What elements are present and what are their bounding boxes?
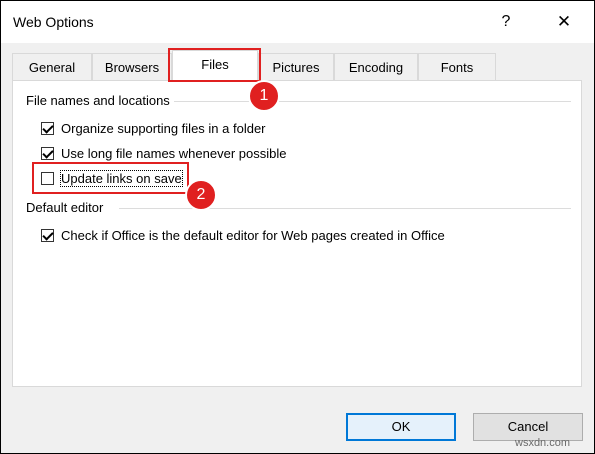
update-links-highlight [32,162,189,194]
step-1-badge: 1 [248,80,280,112]
office-default-editor-label: Check if Office is the default editor fo… [61,228,445,243]
default-editor-section-label: Default editor [26,200,108,215]
files-tab-panel: File names and locations Organize suppor… [12,80,582,387]
section-divider [173,101,571,102]
title-bar: Web Options ? ✕ [1,1,594,43]
ok-button[interactable]: OK [346,413,456,441]
long-file-names-checkbox[interactable] [41,147,54,160]
file-names-section-label: File names and locations [26,93,174,108]
files-tab-highlight [168,48,261,82]
tab-encoding[interactable]: Encoding [334,53,418,80]
tab-general[interactable]: General [12,53,92,80]
organize-files-label: Organize supporting files in a folder [61,121,266,136]
help-button[interactable]: ? [491,9,521,35]
dialog-title: Web Options [13,14,94,30]
step-2-badge: 2 [185,179,217,211]
long-file-names-label: Use long file names whenever possible [61,146,287,161]
tab-pictures[interactable]: Pictures [258,53,334,80]
tab-fonts[interactable]: Fonts [418,53,496,80]
close-button[interactable]: ✕ [549,9,579,35]
watermark: wsxdn.com [515,437,571,449]
web-options-dialog: Web Options ? ✕ General Browsers Files P… [0,0,595,454]
tab-browsers[interactable]: Browsers [92,53,172,80]
section-divider [119,208,571,209]
office-default-editor-checkbox[interactable] [41,229,54,242]
organize-files-checkbox[interactable] [41,122,54,135]
